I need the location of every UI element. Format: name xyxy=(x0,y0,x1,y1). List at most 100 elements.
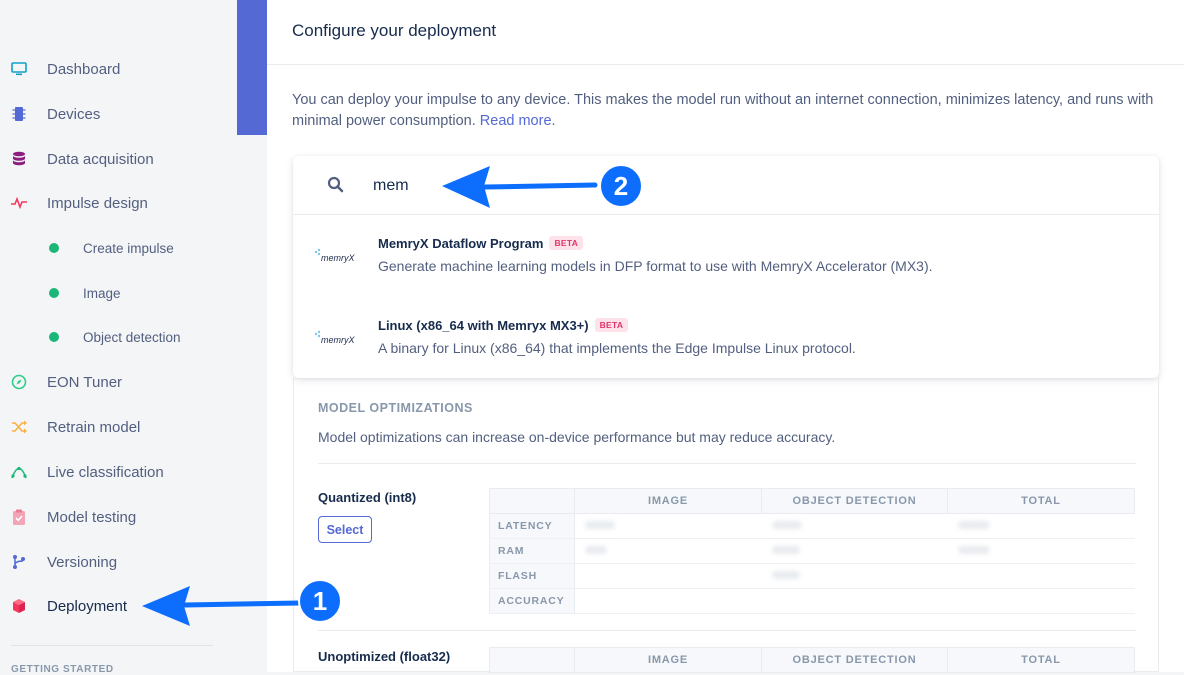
sidebar: Dashboard Devices Data acquisition Impul… xyxy=(0,0,237,675)
monitor-icon xyxy=(11,61,27,77)
row-header: ACCURACY xyxy=(489,588,575,614)
sidebar-item-label: Impulse design xyxy=(47,194,148,212)
sidebar-item-label: Model testing xyxy=(47,508,137,526)
cube-icon xyxy=(11,598,27,614)
sidebar-item-label: Retrain model xyxy=(47,418,141,436)
result-title: MemryX Dataflow Program BETA xyxy=(378,236,584,251)
memryx-logo-icon: memryX xyxy=(313,247,363,265)
annotation-marker-1: 1 xyxy=(298,579,342,623)
status-dot-icon xyxy=(49,243,59,253)
option-name-quantized: Quantized (int8) xyxy=(318,490,417,505)
sidebar-subitem-label: Create impulse xyxy=(83,240,174,256)
sidebar-item-impulse-design[interactable]: Impulse design xyxy=(0,188,237,218)
sidebar-item-label: Versioning xyxy=(47,553,118,571)
sidebar-item-live-classification[interactable]: Live classification xyxy=(0,457,237,487)
sidebar-item-data-acquisition[interactable]: Data acquisition xyxy=(0,144,237,174)
annotation-arrow-1 xyxy=(142,586,303,626)
performance-table-unoptimized: IMAGE OBJECT DETECTION TOTAL xyxy=(489,647,1135,673)
result-title: Linux (x86_64 with Memryx MX3+) BETA xyxy=(378,318,629,333)
sidebar-subitem-label: Image xyxy=(83,285,121,301)
table-row: ACCURACY xyxy=(489,588,1135,614)
status-dot-icon xyxy=(49,332,59,342)
sidebar-item-devices[interactable]: Devices xyxy=(0,99,237,129)
sidebar-item-label: Deployment xyxy=(47,597,128,615)
divider xyxy=(318,463,1136,464)
sidebar-item-retrain-model[interactable]: Retrain model xyxy=(0,412,237,442)
section-description: Model optimizations can increase on-devi… xyxy=(318,429,836,445)
deployment-result-memryx-dfp[interactable]: memryX MemryX Dataflow Program BETA Gener… xyxy=(293,215,1159,295)
sidebar-subitem-create-impulse[interactable]: Create impulse xyxy=(0,235,237,261)
blurred-value xyxy=(574,513,762,539)
sidebar-item-label: Live classification xyxy=(47,463,164,481)
header-accent xyxy=(237,0,267,135)
sidebar-section-label: GETTING STARTED xyxy=(11,664,114,675)
svg-text:memryX: memryX xyxy=(321,253,355,263)
column-header: OBJECT DETECTION xyxy=(761,488,948,514)
compass-icon xyxy=(11,374,27,390)
performance-table-quantized: IMAGE OBJECT DETECTION TOTAL LATENCY RAM… xyxy=(489,488,1135,614)
deployment-search-card: memryX MemryX Dataflow ProgramBETA Gener… xyxy=(293,156,1159,378)
graph-icon xyxy=(11,464,27,480)
svg-text:memryX: memryX xyxy=(321,335,355,345)
search-row xyxy=(293,156,1159,215)
sidebar-subitem-object-detection[interactable]: Object detection xyxy=(0,324,237,350)
chip-icon xyxy=(11,106,27,122)
divider xyxy=(318,630,1136,631)
sidebar-item-label: Dashboard xyxy=(47,60,121,78)
clipboard-check-icon xyxy=(11,509,27,525)
database-icon xyxy=(11,151,27,167)
branch-icon xyxy=(11,554,27,570)
table-header-row: IMAGE OBJECT DETECTION TOTAL xyxy=(489,488,1135,514)
main-header: Configure your deployment xyxy=(267,0,1184,65)
sidebar-subitem-image[interactable]: Image xyxy=(0,280,237,306)
table-row: LATENCY xyxy=(489,513,1135,539)
blurred-value xyxy=(947,513,1135,539)
table-row: FLASH xyxy=(489,563,1135,589)
blurred-value xyxy=(947,538,1135,564)
read-more-link[interactable]: Read more xyxy=(480,113,552,129)
column-header: TOTAL xyxy=(947,488,1135,514)
blurred-value xyxy=(761,538,948,564)
blurred-value xyxy=(574,538,762,564)
select-quantized-button[interactable]: Select xyxy=(318,516,372,543)
deployment-result-linux-memryx[interactable]: memryX Linux (x86_64 with Memryx MX3+) BE… xyxy=(293,297,1159,377)
blurred-value xyxy=(761,563,948,589)
intro-paragraph: You can deploy your impulse to any devic… xyxy=(292,92,1154,129)
section-heading: MODEL OPTIMIZATIONS xyxy=(318,401,473,415)
model-optimizations-panel: MODEL OPTIMIZATIONS Model optimizations … xyxy=(293,378,1159,673)
row-header: LATENCY xyxy=(489,513,575,539)
column-header: OBJECT DETECTION xyxy=(761,647,948,673)
search-icon xyxy=(327,176,345,199)
table-header-row: IMAGE OBJECT DETECTION TOTAL xyxy=(489,647,1135,673)
column-header: IMAGE xyxy=(574,647,762,673)
main-panel: Configure your deployment You can deploy… xyxy=(267,0,1184,673)
table-row: RAM xyxy=(489,538,1135,564)
beta-badge: BETA xyxy=(594,318,629,332)
blurred-value xyxy=(761,513,948,539)
result-description: Generate machine learning models in DFP … xyxy=(378,258,933,274)
sidebar-item-dashboard[interactable]: Dashboard xyxy=(0,54,237,84)
sidebar-item-model-testing[interactable]: Model testing xyxy=(0,502,237,532)
sidebar-item-versioning[interactable]: Versioning xyxy=(0,547,237,577)
memryx-logo-icon: memryX xyxy=(313,329,363,347)
shuffle-icon xyxy=(11,419,27,435)
column-header: IMAGE xyxy=(574,488,762,514)
beta-badge: BETA xyxy=(549,236,584,250)
sidebar-item-label: Devices xyxy=(47,105,101,123)
pulse-icon xyxy=(11,195,27,211)
result-description: A binary for Linux (x86_64) that impleme… xyxy=(378,340,856,356)
sidebar-subitem-label: Object detection xyxy=(83,329,181,345)
row-header: FLASH xyxy=(489,563,575,589)
sidebar-item-label: EON Tuner xyxy=(47,373,123,391)
page-title: Configure your deployment xyxy=(292,21,497,40)
option-name-unoptimized: Unoptimized (float32) xyxy=(318,649,451,664)
sidebar-divider xyxy=(11,645,213,646)
column-header: TOTAL xyxy=(947,647,1135,673)
intro-text: You can deploy your impulse to any devic… xyxy=(292,92,1154,129)
annotation-arrow-2 xyxy=(442,166,598,208)
status-dot-icon xyxy=(49,288,59,298)
row-header: RAM xyxy=(489,538,575,564)
sidebar-item-label: Data acquisition xyxy=(47,150,154,168)
annotation-marker-2: 2 xyxy=(599,164,643,208)
sidebar-item-eon-tuner[interactable]: EON Tuner xyxy=(0,367,237,397)
